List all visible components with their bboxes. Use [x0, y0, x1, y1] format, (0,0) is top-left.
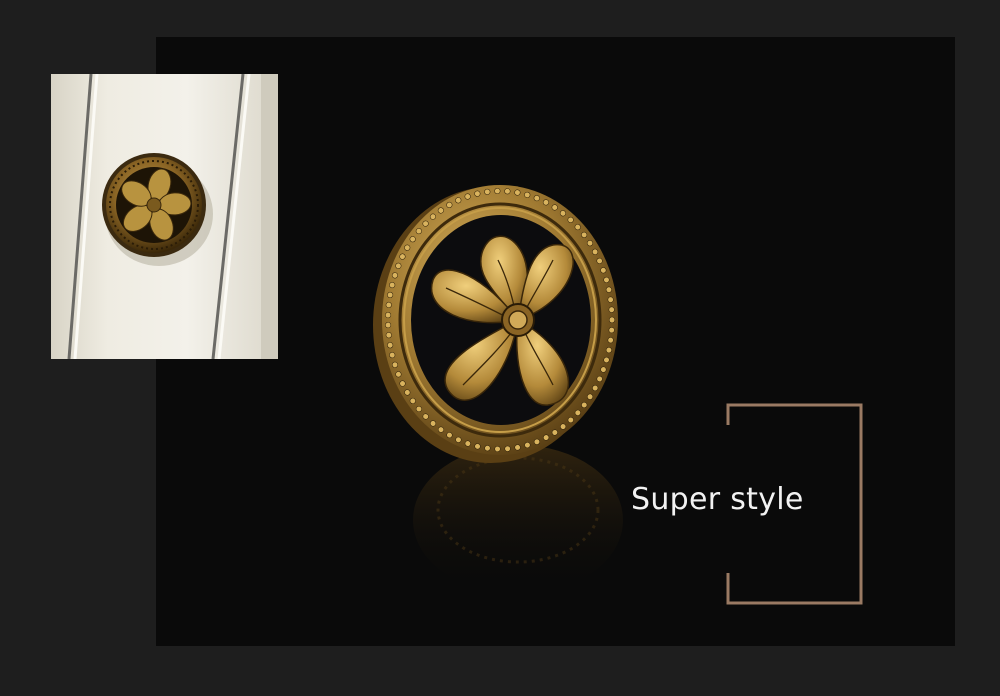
small-knob-icon: [102, 153, 206, 257]
cabinet-door-illustration: [51, 74, 278, 359]
caption-text: Super style: [631, 482, 804, 517]
main-knob-photo: [368, 180, 628, 610]
bronze-knob-icon: [373, 185, 623, 595]
inset-photo: [51, 74, 278, 359]
product-showcase: Super style: [0, 0, 1000, 696]
